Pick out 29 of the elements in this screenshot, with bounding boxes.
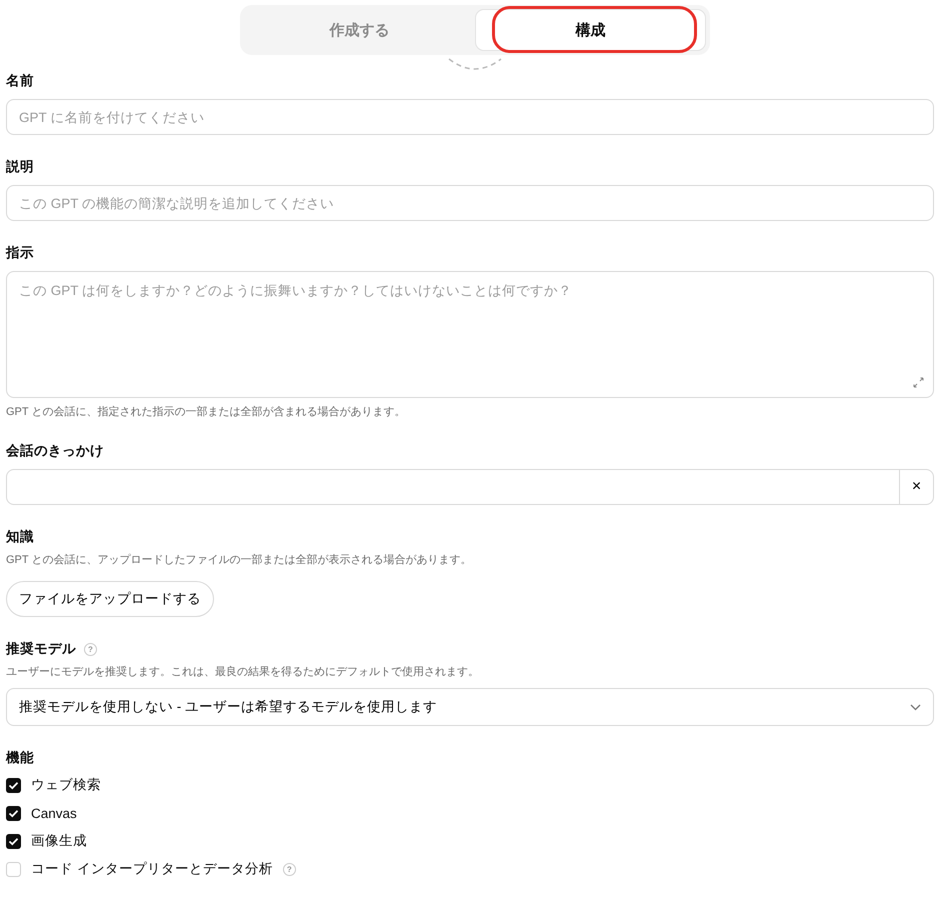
field-label: 名前 (6, 72, 34, 90)
checkbox[interactable] (6, 806, 21, 820)
field-label: 説明 (6, 158, 34, 176)
field-label: 推奨モデル (6, 640, 76, 658)
field-label: 会話のきっかけ (6, 442, 104, 460)
input-field[interactable]: この GPT は何をしますか？どのように振舞いますか？してはいけないことは何ですか？ (6, 271, 934, 398)
field-label: 指示 (6, 244, 34, 262)
expand-icon[interactable] (913, 377, 924, 388)
input-field[interactable]: GPT に名前を付けてください (6, 99, 934, 135)
hint-text: GPT との会話に、アップロードしたファイルの一部または全部が表示される場合があります。 (6, 552, 472, 567)
spinner-icon (447, 57, 503, 71)
checkbox-label: Canvas (31, 806, 77, 820)
input-field[interactable]: この GPT の機能の簡潔な説明を追加してください (6, 185, 934, 221)
hint-text: ユーザーにモデルを推奨します。これは、最良の結果を得るためにデフォルトで使用されます。 (6, 664, 480, 679)
hint-text: GPT との会話に、指定された指示の一部または全部が含まれる場合があります。 (6, 404, 406, 419)
tab[interactable]: 構成 (475, 9, 706, 51)
field-label: 知識 (6, 528, 34, 546)
clear-button[interactable]: × (899, 470, 933, 504)
checkbox-label: コード インタープリターとデータ分析 (31, 860, 273, 878)
checkbox-label: ウェブ検索 (31, 776, 101, 794)
checkbox-label: 画像生成 (31, 832, 87, 850)
checkbox[interactable] (6, 778, 21, 792)
field-label: 機能 (6, 749, 34, 767)
chevron-icon (910, 704, 921, 710)
model-dropdown[interactable]: 推奨モデルを使用しない - ユーザーは希望するモデルを使用します (6, 688, 934, 726)
upload-button[interactable]: ファイルをアップロードする (6, 581, 214, 617)
checkbox[interactable] (6, 834, 21, 848)
checkbox[interactable] (6, 862, 21, 876)
input-field[interactable]: × (6, 469, 934, 505)
